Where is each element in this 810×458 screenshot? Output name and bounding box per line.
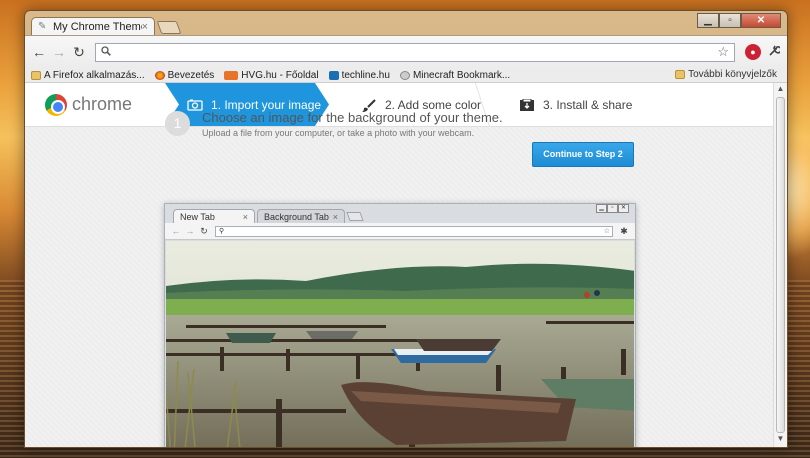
- folder-icon: [31, 70, 41, 80]
- step-instructions: 1 Choose an image for the background of …: [165, 110, 503, 138]
- preview-close-icon: ×: [332, 211, 338, 222]
- theme-favicon-icon: ✎: [38, 21, 47, 32]
- preview-close-window-icon: ✕: [618, 204, 629, 213]
- page-scrollbar[interactable]: ▲ ▼: [773, 83, 787, 447]
- bookmark-item[interactable]: Bevezetés: [154, 69, 215, 81]
- other-bookmarks[interactable]: További könyvjelzők: [675, 69, 777, 80]
- step-number-badge: 1: [165, 111, 190, 136]
- tab-strip: ✎ My Chrome Theme × ▁ ▫ ✕: [25, 11, 787, 36]
- preview-toolbar: ← → ↻ ⚲ ☆ ✱: [165, 223, 635, 240]
- preview-wrench-icon: ✱: [620, 225, 628, 236]
- firefox-icon: [154, 70, 165, 80]
- chrome-logo-icon: [45, 93, 67, 116]
- browser-window: ✎ My Chrome Theme × ▁ ▫ ✕ ← → ↻ ☆ ● A Fi…: [24, 10, 788, 448]
- chrome-logo: chrome: [25, 83, 165, 126]
- close-window-button[interactable]: ✕: [741, 13, 781, 28]
- preview-minimize-icon: ▁: [596, 204, 607, 213]
- bookmark-star-icon[interactable]: ☆: [717, 44, 729, 60]
- camera-icon: [187, 99, 203, 111]
- bookmark-label: A Firefox alkalmazás...: [44, 69, 145, 81]
- bookmark-item[interactable]: techline.hu: [328, 69, 390, 81]
- search-icon: [101, 45, 111, 59]
- bookmark-item[interactable]: HVG.hu - Főoldal: [224, 69, 319, 81]
- new-tab-button[interactable]: [156, 21, 182, 34]
- brush-icon: [361, 98, 377, 112]
- bookmark-item[interactable]: Minecraft Bookmark...: [399, 69, 511, 81]
- scroll-down-arrow-icon[interactable]: ▼: [774, 434, 787, 446]
- package-icon: [519, 98, 535, 111]
- omnibox[interactable]: ☆: [95, 42, 735, 62]
- minimize-button[interactable]: ▁: [697, 13, 719, 28]
- preview-search-icon: ⚲: [219, 227, 225, 235]
- preview-close-icon: ×: [242, 211, 248, 222]
- wrench-menu-icon[interactable]: [765, 44, 783, 60]
- bookmark-label: Minecraft Bookmark...: [412, 69, 511, 81]
- bookmark-label: HVG.hu - Főoldal: [241, 69, 319, 81]
- other-bookmarks-label: További könyvjelzők: [688, 69, 777, 80]
- step-label: 3. Install & share: [543, 97, 633, 112]
- globe-icon: [399, 70, 410, 80]
- scrollbar-thumb[interactable]: [776, 97, 785, 433]
- theme-preview: New Tab × Background Tab × ▁ ▫ ✕ ← → ↻ ⚲…: [164, 203, 636, 447]
- preview-back-icon: ←: [171, 226, 181, 236]
- continue-to-step-2-button[interactable]: Continue to Step 2: [532, 142, 634, 167]
- browser-toolbar: ← → ↻ ☆ ●: [25, 35, 787, 68]
- tab-title: My Chrome Theme: [53, 21, 142, 33]
- maximize-button[interactable]: ▫: [719, 13, 741, 28]
- preview-new-tab-button: [346, 212, 364, 221]
- step-install-share[interactable]: 3. Install & share: [489, 83, 649, 126]
- instruction-heading: Choose an image for the background of yo…: [202, 110, 503, 125]
- preview-tab-new-tab: New Tab ×: [173, 209, 255, 223]
- instruction-subtext: Upload a file from your computer, or tak…: [202, 128, 475, 138]
- bookmark-item[interactable]: A Firefox alkalmazás...: [31, 70, 145, 81]
- preview-maximize-icon: ▫: [607, 204, 618, 213]
- preview-tab-label: Background Tab: [264, 211, 329, 222]
- preview-star-icon: ☆: [603, 227, 610, 235]
- preview-omnibox: ⚲ ☆: [215, 225, 613, 237]
- preview-window-controls: ▁ ▫ ✕: [596, 204, 629, 213]
- tab-close-icon[interactable]: ×: [142, 21, 148, 33]
- preview-forward-icon: →: [185, 226, 195, 236]
- bookmarks-bar: A Firefox alkalmazás... Bevezetés HVG.hu…: [25, 68, 787, 83]
- scroll-up-arrow-icon[interactable]: ▲: [774, 84, 787, 96]
- preview-reload-icon: ↻: [200, 225, 208, 236]
- logo-wordmark: chrome: [72, 94, 133, 114]
- hvg-icon: [224, 70, 239, 80]
- forward-button[interactable]: →: [49, 42, 69, 62]
- omnibox-input[interactable]: [115, 46, 718, 58]
- window-controls: ▁ ▫ ✕: [697, 13, 781, 28]
- page-content: chrome 1. Import your image 2. Add some …: [25, 83, 773, 447]
- bookmark-label: Bevezetés: [167, 69, 215, 81]
- reload-button[interactable]: ↻: [69, 42, 89, 62]
- folder-icon: [675, 70, 686, 79]
- theme-background-photo: [166, 241, 634, 447]
- bookmark-label: techline.hu: [341, 69, 390, 81]
- preview-tab-background: Background Tab ×: [257, 209, 345, 223]
- preview-tab-label: New Tab: [180, 211, 215, 222]
- tab-my-chrome-theme[interactable]: ✎ My Chrome Theme ×: [31, 17, 155, 36]
- extension-icon[interactable]: ●: [745, 44, 761, 60]
- back-button[interactable]: ←: [29, 42, 49, 62]
- techline-icon: [328, 70, 339, 80]
